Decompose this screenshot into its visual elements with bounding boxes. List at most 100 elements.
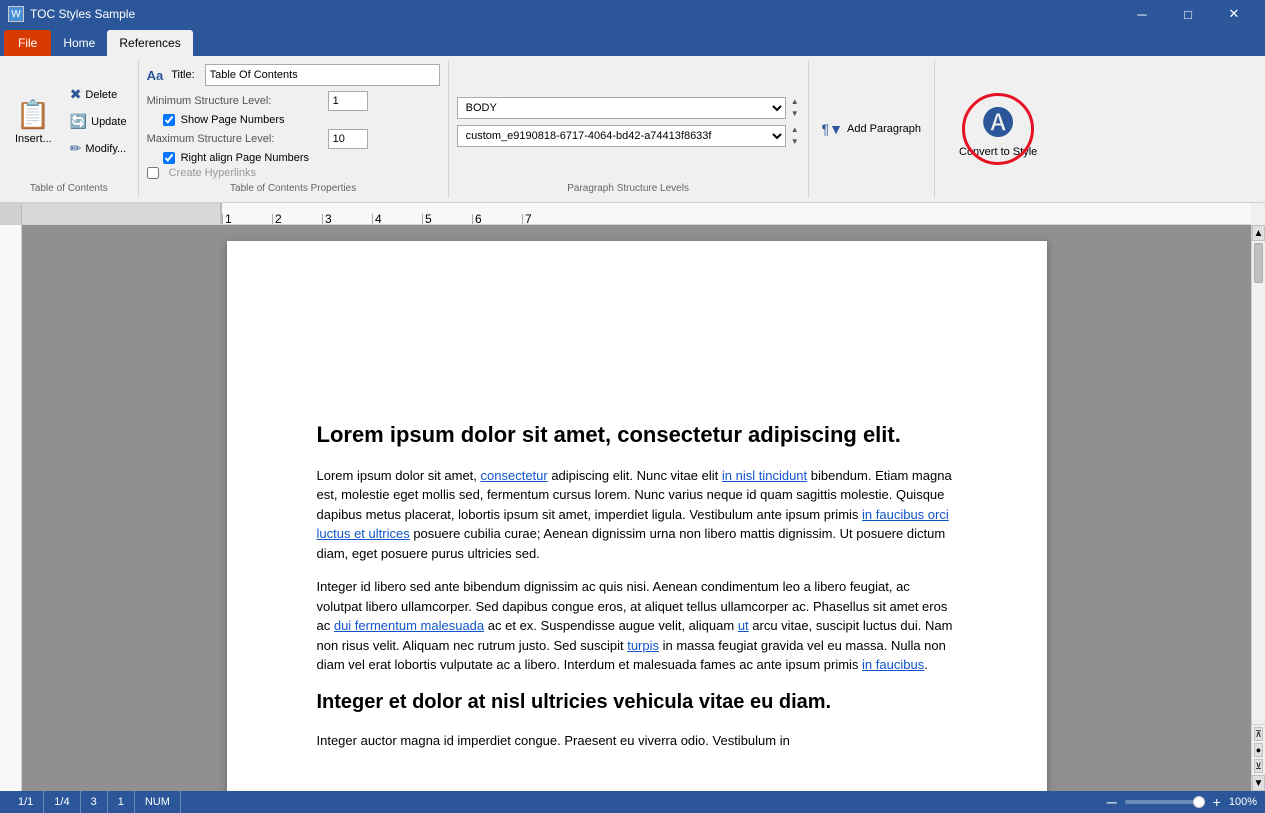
maximize-button[interactable]: □ xyxy=(1165,0,1211,28)
create-hyperlinks-checkbox[interactable] xyxy=(147,167,159,179)
paragraph-3: Integer auctor magna id imperdiet congue… xyxy=(317,731,957,751)
link-dui[interactable]: dui fermentum malesuada xyxy=(334,618,484,633)
up-arrow[interactable]: ▲ xyxy=(790,96,800,108)
right-align-checkbox[interactable] xyxy=(163,152,175,164)
document-scroll[interactable]: Lorem ipsum dolor sit amet, consectetur … xyxy=(22,225,1251,791)
scroll-thumb[interactable] xyxy=(1254,243,1263,283)
link-ut[interactable]: ut xyxy=(738,618,749,633)
app-title: TOC Styles Sample xyxy=(30,7,135,21)
select-browse-button[interactable]: ● xyxy=(1254,743,1263,757)
ribbon-tabs: File Home References xyxy=(0,28,1265,56)
para-structure-label: Paragraph Structure Levels xyxy=(457,179,800,194)
create-hyperlinks-label: Create Hyperlinks xyxy=(169,167,256,179)
link-faucibus2[interactable]: in faucibus xyxy=(862,657,924,672)
right-align-label: Right align Page Numbers xyxy=(181,152,309,164)
title-label: Title: xyxy=(171,69,194,81)
zoom-controls: ─ + 100% xyxy=(1103,794,1257,810)
ruler: 1 2 3 4 5 6 7 xyxy=(22,203,1251,225)
heading-2: Integer et dolor at nisl ultricies vehic… xyxy=(317,689,957,715)
zoom-slider[interactable] xyxy=(1125,800,1205,804)
zoom-level: 100% xyxy=(1229,796,1257,808)
min-level-input[interactable] xyxy=(328,91,368,111)
style-down-arrow[interactable]: ▼ xyxy=(790,136,800,148)
aa-icon: Aa xyxy=(147,68,164,83)
paragraph-1: Lorem ipsum dolor sit amet, consectetur … xyxy=(317,466,957,564)
ruler-area: 1 2 3 4 5 6 7 xyxy=(0,203,1265,225)
add-para-icon: ¶▼ xyxy=(822,121,843,137)
down-arrow[interactable]: ▼ xyxy=(790,108,800,120)
update-button[interactable]: 🔄 Update xyxy=(65,110,132,133)
right-scrollbar[interactable]: ▲ ⊼ ● ⊻ ▼ xyxy=(1251,225,1265,791)
toc-props-group-label: Table of Contents Properties xyxy=(147,179,440,194)
scroll-up-button[interactable]: ▲ xyxy=(1252,225,1265,241)
show-page-numbers-checkbox[interactable] xyxy=(163,114,175,126)
ruler-4: 4 xyxy=(372,214,422,224)
next-page-button[interactable]: ⊻ xyxy=(1254,759,1263,773)
style-up-arrow[interactable]: ▲ xyxy=(790,124,800,136)
status-right: ─ + 100% xyxy=(1103,794,1257,810)
link-turpis[interactable]: turpis xyxy=(627,638,659,653)
link-nisl[interactable]: in nisl tincidunt xyxy=(722,468,807,483)
min-level-label: Minimum Structure Level: xyxy=(147,95,322,107)
zoom-minus-icon[interactable]: ─ xyxy=(1103,794,1121,810)
ruler-corner xyxy=(0,203,22,225)
toc-group-label: Table of Contents xyxy=(6,179,132,194)
prev-page-button[interactable]: ⊼ xyxy=(1254,727,1263,741)
insert-button[interactable]: 📋 Insert... xyxy=(6,93,61,150)
update-icon: 🔄 xyxy=(70,113,87,130)
add-paragraph-group: ¶▼ Add Paragraph xyxy=(809,60,935,198)
toc-properties-group: Aa Title: Minimum Structure Level: Show … xyxy=(139,60,449,198)
delete-button[interactable]: ✖ Delete xyxy=(65,83,132,106)
ribbon: 📋 Insert... ✖ Delete 🔄 Update ✏ Modify..… xyxy=(0,56,1265,203)
paragraph-2: Integer id libero sed ante bibendum dign… xyxy=(317,577,957,675)
ruler-1: 1 xyxy=(222,214,272,224)
ruler-6: 6 xyxy=(472,214,522,224)
modify-button[interactable]: ✏ Modify... xyxy=(65,137,132,160)
page-of-status: 1/4 xyxy=(44,791,80,813)
page-top-space xyxy=(317,301,957,421)
level-arrows[interactable]: ▲ ▼ xyxy=(790,96,800,120)
link-consectetur[interactable]: consectetur xyxy=(481,468,548,483)
app-icon: W xyxy=(8,6,24,22)
insert-icon: 📋 xyxy=(16,98,51,131)
ruler-right-spacer xyxy=(1251,203,1265,225)
page-status: 1/1 xyxy=(8,791,44,813)
scroll-track[interactable] xyxy=(1252,241,1265,724)
delete-icon: ✖ xyxy=(70,86,82,103)
ruler-margin-left xyxy=(22,203,222,224)
ruler-5: 5 xyxy=(422,214,472,224)
scroll-down-button[interactable]: ▼ xyxy=(1252,775,1265,791)
num-status: NUM xyxy=(135,791,181,813)
zoom-plus-icon[interactable]: + xyxy=(1209,794,1225,810)
close-button[interactable]: ✕ xyxy=(1211,0,1257,28)
col-status: 1 xyxy=(108,791,135,813)
title-input[interactable] xyxy=(205,64,440,86)
zoom-thumb[interactable] xyxy=(1193,796,1205,808)
title-bar: W TOC Styles Sample ─ □ ✕ xyxy=(0,0,1265,28)
minimize-button[interactable]: ─ xyxy=(1119,0,1165,28)
status-bar: 1/1 1/4 3 1 NUM ─ + 100% xyxy=(0,791,1265,813)
tab-references[interactable]: References xyxy=(107,30,192,56)
heading-1: Lorem ipsum dolor sit amet, consectetur … xyxy=(317,421,957,450)
modify-icon: ✏ xyxy=(70,140,82,157)
show-page-numbers-label: Show Page Numbers xyxy=(181,114,285,126)
ruler-7: 7 xyxy=(522,214,572,224)
tab-home[interactable]: Home xyxy=(51,30,107,56)
ruler-3: 3 xyxy=(322,214,372,224)
custom-style-select[interactable]: custom_e9190818-6717-4064-bd42-a74413f86… xyxy=(457,125,786,147)
left-ruler xyxy=(0,225,22,791)
convert-to-style-button[interactable]: 🅐 Convert to Style xyxy=(951,92,1045,165)
max-level-input[interactable] xyxy=(328,129,368,149)
convert-style-label: Convert to Style xyxy=(959,146,1037,159)
convert-icon: 🅐 xyxy=(982,98,1014,144)
paragraph-structure-group: BODY ▲ ▼ custom_e9190818-6717-4064-bd42-… xyxy=(449,60,809,198)
add-paragraph-button[interactable]: ¶▼ Add Paragraph xyxy=(817,118,926,140)
style-scroll-arrows: ▲ ▼ xyxy=(790,124,800,148)
max-level-label: Maximum Structure Level: xyxy=(147,133,322,145)
ruler-marks: 1 2 3 4 5 6 7 xyxy=(222,203,572,224)
document-area: Lorem ipsum dolor sit amet, consectetur … xyxy=(0,225,1265,791)
section-status: 3 xyxy=(81,791,108,813)
body-style-select[interactable]: BODY xyxy=(457,97,786,119)
tab-file[interactable]: File xyxy=(4,30,51,56)
document-page: Lorem ipsum dolor sit amet, consectetur … xyxy=(227,241,1047,791)
